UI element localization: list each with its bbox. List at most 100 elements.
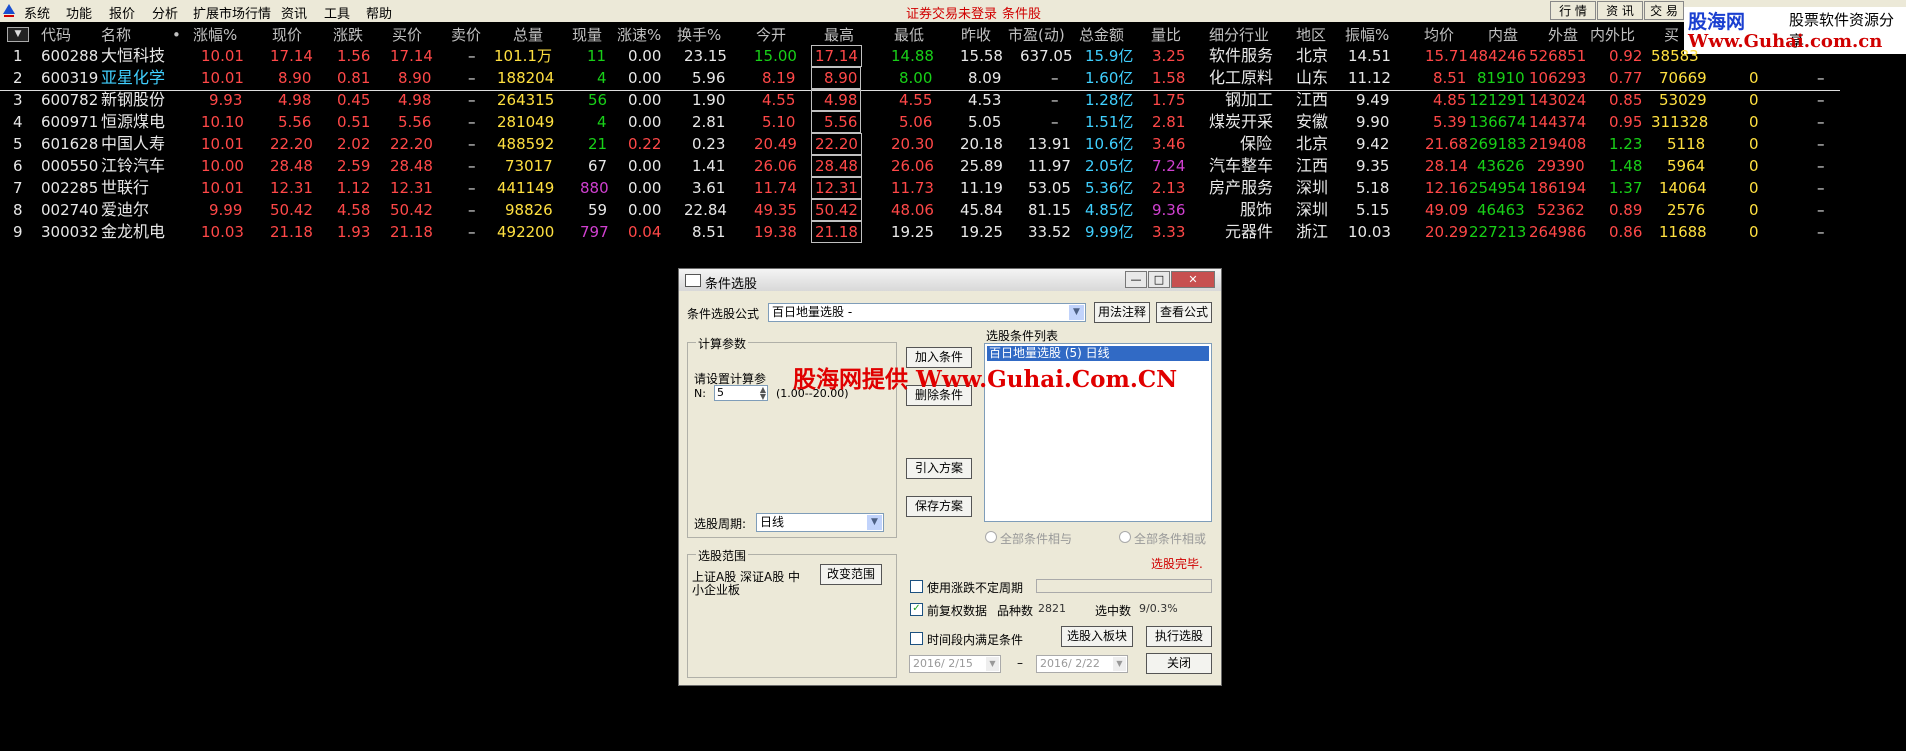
col-volume[interactable]: 总量	[513, 25, 543, 45]
pre-adjust-checkbox[interactable]: ✓	[910, 603, 923, 616]
col-amount[interactable]: 总金额	[1079, 25, 1124, 45]
col-low[interactable]: 最低	[894, 25, 924, 45]
col-buy[interactable]: 买	[1664, 25, 1679, 45]
quote-mode-button[interactable]: 行 情	[1550, 1, 1596, 20]
speed: 0.04	[628, 223, 662, 241]
open: 15.00	[754, 47, 797, 65]
pe: 33.52	[1028, 223, 1071, 241]
col-io-ratio[interactable]: 内外比	[1590, 25, 1635, 45]
pe: 11.97	[1028, 157, 1071, 175]
high: 12.31	[811, 177, 862, 199]
dialog-titlebar[interactable]: 条件选股 — □ ✕	[679, 269, 1221, 292]
triangle-down-icon[interactable]: ▼	[7, 27, 29, 42]
avg-price: 4.85	[1433, 91, 1467, 109]
col-high[interactable]: 最高	[824, 25, 854, 45]
menu-help[interactable]: 帮助	[366, 3, 392, 22]
col-change-pct[interactable]: 涨幅%	[193, 25, 237, 45]
site-watermark: 股海网提供 Www.Guhai.Com.CN	[793, 366, 1178, 393]
menu-function[interactable]: 功能	[66, 3, 92, 22]
usage-notes-button[interactable]: 用法注释	[1094, 302, 1150, 323]
col-amplitude[interactable]: 振幅%	[1345, 25, 1389, 45]
menu-analysis[interactable]: 分析	[152, 3, 178, 22]
menu-news[interactable]: 资讯	[281, 3, 307, 22]
save-plan-button[interactable]: 保存方案	[906, 496, 972, 517]
date-to-picker[interactable]: 2016/ 2/22 ▼	[1036, 655, 1128, 673]
col-pe[interactable]: 市盈(动)	[1008, 25, 1065, 45]
news-mode-button[interactable]: 资 讯	[1597, 1, 1643, 20]
col-volume-ratio[interactable]: 量比	[1151, 25, 1181, 45]
pe: –	[1051, 91, 1059, 109]
maximize-icon[interactable]: □	[1148, 271, 1170, 288]
use-uncertain-period-checkbox[interactable]	[910, 580, 923, 593]
col-name[interactable]: 名称	[101, 25, 131, 45]
amplitude: 9.42	[1356, 135, 1390, 153]
amplitude: 10.03	[1348, 223, 1391, 241]
col-speed[interactable]: 涨速%	[617, 25, 661, 45]
add-to-board-button[interactable]: 选股入板块	[1061, 626, 1133, 647]
chevron-down-icon[interactable]: ▼	[1069, 305, 1084, 320]
price: 5.56	[278, 113, 312, 131]
col-inner[interactable]: 内盘	[1488, 25, 1518, 45]
execute-pick-button[interactable]: 执行选股	[1146, 626, 1212, 647]
price: 17.14	[270, 47, 313, 65]
stock-code: 002740	[41, 201, 99, 219]
volume: 264315	[497, 91, 555, 109]
speed: 0.00	[628, 69, 662, 87]
col-ask[interactable]: 卖价	[451, 25, 481, 45]
col-open[interactable]: 今开	[756, 25, 786, 45]
minimize-icon[interactable]: —	[1125, 271, 1147, 288]
import-plan-button[interactable]: 引入方案	[906, 458, 972, 479]
change-pct: 9.99	[209, 201, 243, 219]
buy-volume: 14064	[1659, 179, 1707, 197]
change-range-button[interactable]: 改变范围	[820, 564, 882, 585]
prev-close: 19.25	[960, 223, 1003, 241]
col-price[interactable]: 现价	[272, 25, 302, 45]
col-avg-price[interactable]: 均价	[1424, 25, 1454, 45]
radio-all-and[interactable]	[985, 531, 997, 543]
period-condition-checkbox[interactable]	[910, 632, 923, 645]
close-button[interactable]: 关闭	[1146, 653, 1212, 674]
formula-value: 百日地量选股 -	[772, 305, 853, 319]
speed: 0.00	[628, 179, 662, 197]
logo-brand: 股海网	[1688, 11, 1746, 33]
stock-name: 恒源煤电	[101, 112, 166, 131]
close-icon[interactable]: ✕	[1171, 271, 1215, 288]
col-change[interactable]: 涨跌	[333, 25, 363, 45]
extra-col-1: 0	[1749, 223, 1759, 241]
volume-ratio: 3.46	[1152, 135, 1186, 153]
trade-mode-button[interactable]: 交 易	[1644, 1, 1684, 20]
extra-col-1: 0	[1749, 69, 1759, 87]
radio-all-or[interactable]	[1119, 531, 1131, 543]
avg-price: 15.71	[1425, 47, 1468, 65]
open: 5.10	[762, 113, 796, 131]
chevron-down-icon[interactable]: ▼	[986, 657, 999, 671]
col-code[interactable]: 代码	[41, 25, 71, 45]
menu-extended-market[interactable]: 扩展市场行情	[193, 3, 271, 22]
avg-price: 8.51	[1433, 69, 1467, 87]
col-prev-close[interactable]: 昨收	[961, 25, 991, 45]
change: 4.58	[337, 201, 371, 219]
col-region[interactable]: 地区	[1296, 25, 1326, 45]
col-bid[interactable]: 买价	[392, 25, 422, 45]
col-industry[interactable]: 细分行业	[1209, 25, 1269, 45]
col-current-volume[interactable]: 现量	[572, 25, 602, 45]
menu-quote[interactable]: 报价	[109, 3, 135, 22]
prev-close: 20.18	[960, 135, 1003, 153]
menu-system[interactable]: 系统	[24, 3, 50, 22]
param-n-input[interactable]: 5 ▲ ▼	[714, 385, 768, 401]
col-outer[interactable]: 外盘	[1548, 25, 1578, 45]
condition-list-item[interactable]: 百日地量选股 (5) 日线	[987, 346, 1209, 361]
current-volume: 4	[597, 113, 607, 131]
turnover: 3.61	[692, 179, 726, 197]
chevron-down-icon[interactable]: ▼	[1113, 657, 1126, 671]
spin-arrows-icon[interactable]: ▲ ▼	[760, 386, 766, 401]
stock-code: 600319	[41, 69, 99, 87]
chevron-down-icon[interactable]: ▼	[867, 515, 882, 530]
col-turnover[interactable]: 换手%	[677, 25, 721, 45]
view-formula-button[interactable]: 查看公式	[1156, 302, 1212, 323]
speed: 0.00	[628, 47, 662, 65]
menu-tools[interactable]: 工具	[324, 3, 350, 22]
period-select[interactable]: 日线 ▼	[756, 513, 884, 532]
formula-select[interactable]: 百日地量选股 - ▼	[768, 303, 1086, 322]
date-from-picker[interactable]: 2016/ 2/15 ▼	[909, 655, 1001, 673]
